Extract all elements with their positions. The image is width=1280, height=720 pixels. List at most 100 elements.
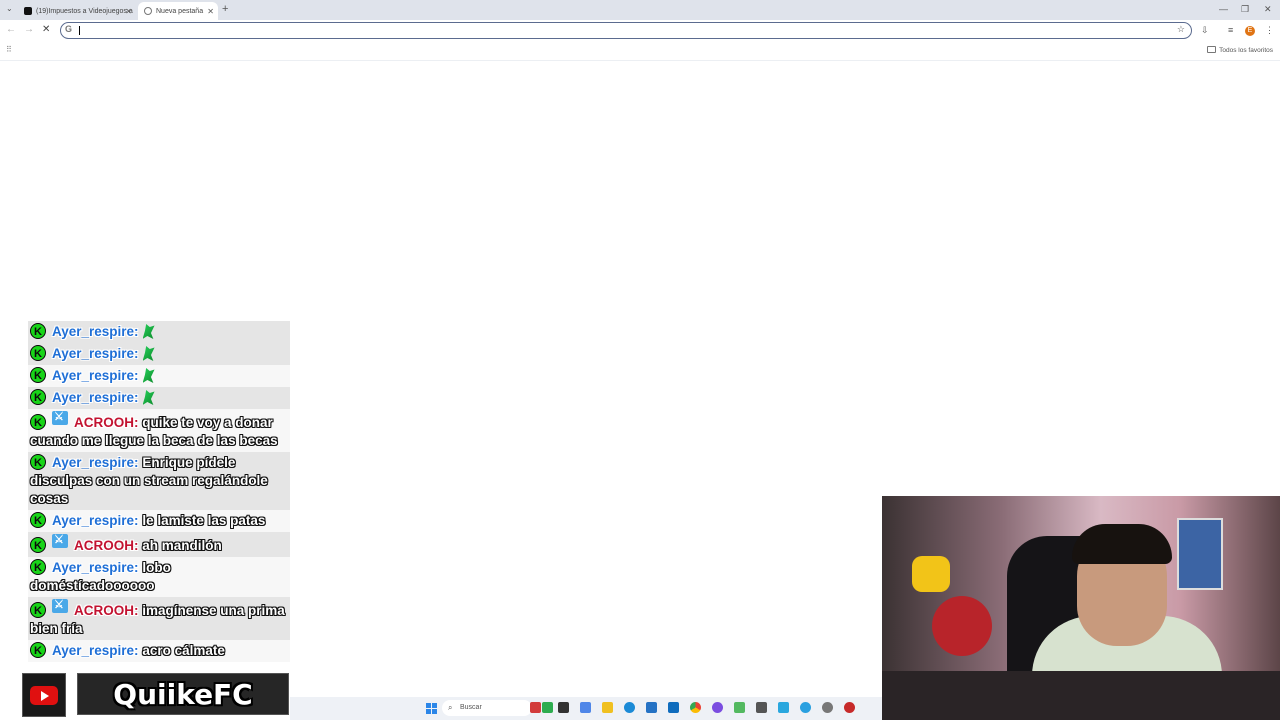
address-bar[interactable]: G ☆	[60, 22, 1192, 39]
tab-search-icon[interactable]: ⌄	[6, 4, 13, 13]
kick-badge-icon	[30, 414, 46, 432]
chat-message: Ayer_respire:	[28, 365, 290, 387]
app-icon-12[interactable]	[756, 702, 767, 713]
apps-grid-icon[interactable]: ⠿	[6, 45, 12, 54]
app-icon-16[interactable]	[844, 702, 855, 713]
downloads-icon[interactable]: ⇩	[1201, 25, 1209, 36]
menu-dots-icon[interactable]: ⋮	[1265, 25, 1274, 36]
chat-message: ACROOH: quike te voy a donar cuando me l…	[28, 408, 290, 452]
windows-taskbar: ⌕ Buscar	[290, 697, 882, 720]
all-favorites-button[interactable]: Todos los favoritos	[1207, 46, 1273, 54]
kick-badge-icon	[30, 559, 46, 577]
search-icon: ⌕	[448, 703, 453, 712]
youtube-icon	[22, 673, 66, 717]
chat-username: Ayer_respire:	[52, 368, 139, 383]
chat-username: Ayer_respire:	[52, 324, 139, 339]
chat-username: Ayer_respire:	[52, 513, 139, 528]
chrome-icon[interactable]	[690, 702, 701, 713]
moderator-sword-icon	[52, 596, 68, 614]
app-icon-4[interactable]	[580, 702, 591, 713]
edge-icon[interactable]	[624, 702, 635, 713]
chat-message: Ayer_respire: acro cálmate	[28, 640, 290, 662]
stop-loading-icon[interactable]: ✕	[42, 24, 50, 35]
chat-message: Ayer_respire:	[28, 343, 290, 365]
chat-message: Ayer_respire: le lamiste las patas	[28, 510, 290, 532]
kick-badge-icon	[30, 537, 46, 555]
chat-text: le lamiste las patas	[142, 513, 266, 528]
google-g-icon: G	[65, 24, 73, 34]
omnibox-input[interactable]	[77, 24, 1171, 38]
moderator-sword-icon	[52, 531, 68, 549]
chat-message: Ayer_respire: Enrique pídele disculpas c…	[28, 452, 290, 510]
bookmarks-bar: ⠿ Todos los favoritos	[0, 42, 1280, 61]
app-icon-7[interactable]	[646, 702, 657, 713]
chat-username: Ayer_respire:	[52, 390, 139, 405]
minimize-icon[interactable]: —	[1219, 4, 1228, 14]
settings-gear-icon[interactable]	[822, 702, 833, 713]
chat-username: ACROOH:	[74, 603, 139, 618]
chat-username: Ayer_respire:	[52, 560, 139, 575]
extensions-icon[interactable]: ≡	[1228, 25, 1233, 35]
chat-message: Ayer_respire: lobo doméstícadoooooo	[28, 557, 290, 597]
taskbar-search-label: Buscar	[460, 704, 482, 711]
webcam-feed	[882, 496, 1280, 720]
chat-text: acro cálmate	[142, 643, 225, 658]
kick-badge-icon	[30, 389, 46, 407]
restore-icon[interactable]: ❐	[1241, 4, 1249, 15]
chat-username: ACROOH:	[74, 538, 139, 553]
chat-text: imagínense una prima bien fría	[30, 603, 285, 636]
tiktok-favicon-icon	[24, 7, 32, 15]
chat-message: ACROOH: imagínense una prima bien fría	[28, 596, 290, 640]
app-icon-2[interactable]	[542, 702, 553, 713]
close-tab-icon[interactable]: ✕	[207, 7, 214, 16]
forward-icon[interactable]: →	[24, 24, 34, 35]
taskbar-search[interactable]: ⌕ Buscar	[442, 700, 532, 716]
close-tab-icon[interactable]: ✕	[125, 7, 132, 16]
tab-impuestos[interactable]: (19)Impuestos a Videojuegos a ✕	[18, 2, 136, 20]
chat-username: Ayer_respire:	[52, 455, 139, 470]
chat-message: Ayer_respire:	[28, 387, 290, 409]
green-emote-icon	[142, 390, 155, 405]
windows-start-icon[interactable]	[426, 703, 437, 714]
profile-avatar[interactable]: E	[1245, 26, 1255, 36]
kick-badge-icon	[30, 345, 46, 363]
all-favorites-label: Todos los favoritos	[1219, 47, 1273, 54]
green-emote-icon	[142, 324, 155, 339]
app-icon-10[interactable]	[712, 702, 723, 713]
folder-icon	[1207, 46, 1217, 53]
tab-strip: ⌄ (19)Impuestos a Videojuegos a ✕ Nueva …	[0, 0, 1280, 20]
app-icon-1[interactable]	[530, 702, 541, 713]
outlook-icon[interactable]	[668, 702, 679, 713]
app-icon-11[interactable]	[734, 702, 745, 713]
green-emote-icon	[142, 346, 155, 361]
back-icon[interactable]: ←	[6, 24, 16, 35]
app-icon-13[interactable]	[778, 702, 789, 713]
lego-figure	[912, 556, 950, 592]
app-icon-3[interactable]	[558, 702, 569, 713]
streamer-hair	[1072, 524, 1172, 564]
close-window-icon[interactable]: ✕	[1264, 4, 1272, 15]
channel-name-banner: QuiikeFC	[77, 673, 289, 715]
chrome-favicon-icon	[144, 7, 152, 15]
moderator-sword-icon	[52, 408, 68, 426]
chat-message: ACROOH: ah mandilón	[28, 531, 290, 557]
kick-badge-icon	[30, 512, 46, 530]
kick-badge-icon	[30, 323, 46, 341]
chat-username: Ayer_respire:	[52, 643, 139, 658]
bookmark-star-icon[interactable]: ☆	[1177, 24, 1185, 35]
green-emote-icon	[142, 368, 155, 383]
chat-username: ACROOH:	[74, 415, 139, 430]
spiderman-poster	[1177, 518, 1223, 590]
desk	[882, 671, 1280, 720]
tab-title: (19)Impuestos a Videojuegos a	[36, 7, 133, 15]
kick-badge-icon	[30, 367, 46, 385]
telegram-icon[interactable]	[800, 702, 811, 713]
tab-title: Nueva pestaña	[156, 7, 204, 15]
file-explorer-icon[interactable]	[602, 702, 613, 713]
text-caret	[79, 26, 80, 35]
tab-new-tab[interactable]: Nueva pestaña ✕	[138, 2, 218, 20]
chat-message: Ayer_respire:	[28, 321, 290, 343]
kick-badge-icon	[30, 454, 46, 472]
new-tab-plus-icon[interactable]: +	[222, 3, 228, 15]
kick-badge-icon	[30, 642, 46, 660]
